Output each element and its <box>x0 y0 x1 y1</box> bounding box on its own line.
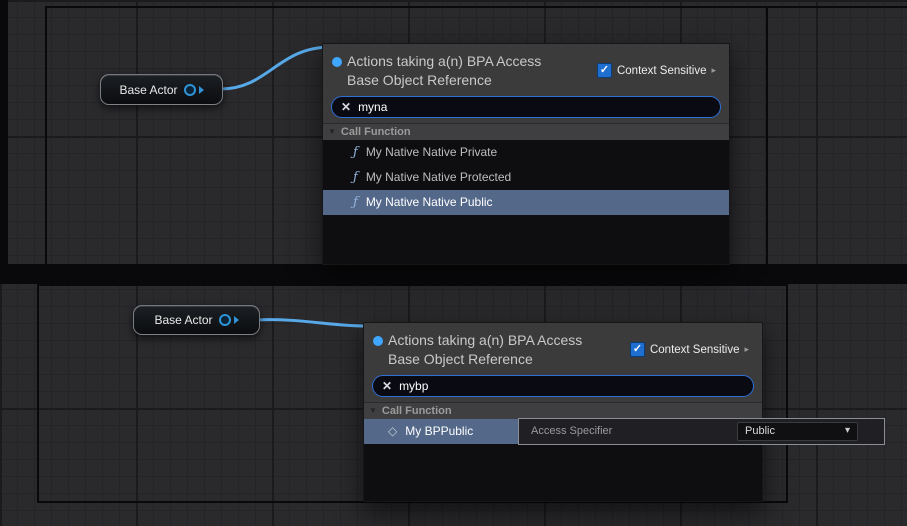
list-item[interactable]: ƒ My Native Native Protected <box>323 165 729 190</box>
pin-type-dot-icon <box>373 336 383 346</box>
function-icon: ƒ <box>353 146 358 159</box>
list-item-label: My BPPublic <box>405 424 473 438</box>
context-sensitive-checkbox[interactable]: ✓ <box>597 63 612 78</box>
blueprint-function-icon: ◇ <box>388 425 397 437</box>
search-box[interactable]: ✕ <box>331 96 721 118</box>
context-sensitive-checkbox[interactable]: ✓ <box>630 342 645 357</box>
base-actor-node[interactable]: Base Actor <box>100 74 223 105</box>
category-label: Call Function <box>382 405 452 417</box>
node-title: Base Actor <box>154 313 212 327</box>
pin-type-dot-icon <box>332 57 342 67</box>
connection-wire <box>256 320 366 326</box>
search-input[interactable] <box>358 100 711 114</box>
collapse-arrow-icon[interactable]: ▼ <box>328 128 336 136</box>
access-specifier-label: Access Specifier <box>519 425 612 437</box>
category-label: Call Function <box>341 126 411 138</box>
submenu-arrow-icon[interactable]: ▸ <box>744 344 749 355</box>
search-input[interactable] <box>399 379 744 393</box>
collapse-arrow-icon[interactable]: ▼ <box>369 407 377 415</box>
list-item-label: My Native Native Private <box>366 145 497 159</box>
function-icon: ƒ <box>353 196 358 209</box>
dropdown-value: Public <box>745 425 775 437</box>
list-item-selected[interactable]: ◇ My BPPublic <box>364 419 518 444</box>
chevron-down-icon: ▾ <box>845 426 850 436</box>
context-menu-header: Actions taking a(n) BPA Access Base Obje… <box>364 323 762 402</box>
category-call-function[interactable]: ▼ Call Function <box>364 402 762 419</box>
category-call-function[interactable]: ▼ Call Function <box>323 123 729 140</box>
context-menu: Actions taking a(n) BPA Access Base Obje… <box>363 322 763 502</box>
search-box[interactable]: ✕ <box>372 375 754 397</box>
context-menu-title: Actions taking a(n) BPA Access Base Obje… <box>388 331 608 369</box>
context-sensitive-label: Context Sensitive <box>617 65 707 77</box>
list-item-selected[interactable]: ƒ My Native Native Public <box>323 190 729 215</box>
context-sensitive-label: Context Sensitive <box>650 344 740 356</box>
submenu-arrow-icon[interactable]: ▸ <box>711 65 716 76</box>
access-specifier-panel: Access Specifier Public ▾ <box>518 418 885 445</box>
list-item-label: My Native Native Protected <box>366 170 511 184</box>
base-actor-node[interactable]: Base Actor <box>133 305 260 335</box>
context-menu: Actions taking a(n) BPA Access Base Obje… <box>322 43 730 265</box>
context-menu-title: Actions taking a(n) BPA Access Base Obje… <box>347 52 567 90</box>
list-item[interactable]: ƒ My Native Native Private <box>323 140 729 165</box>
context-sensitive-toggle[interactable]: ✓ Context Sensitive ▸ <box>597 63 716 78</box>
clear-search-icon[interactable]: ✕ <box>382 380 392 392</box>
clear-search-icon[interactable]: ✕ <box>341 101 351 113</box>
action-list: ƒ My Native Native Private ƒ My Native N… <box>323 140 729 264</box>
pin-arrow-icon <box>199 86 204 94</box>
object-output-pin-icon[interactable] <box>219 314 231 326</box>
function-icon: ƒ <box>353 171 358 184</box>
node-title: Base Actor <box>119 83 177 97</box>
connection-wire <box>221 47 331 89</box>
context-menu-header: Actions taking a(n) BPA Access Base Obje… <box>323 44 729 123</box>
object-output-pin-icon[interactable] <box>184 84 196 96</box>
pin-arrow-icon <box>234 316 239 324</box>
list-item-label: My Native Native Public <box>366 195 493 209</box>
blueprint-graph-editor: Base Actor Base Actor Actions taking a(n… <box>0 0 907 526</box>
context-sensitive-toggle[interactable]: ✓ Context Sensitive ▸ <box>630 342 749 357</box>
action-list: ◇ My BPPublic Access Specifier Public ▾ <box>364 419 762 501</box>
access-specifier-dropdown[interactable]: Public ▾ <box>737 422 858 441</box>
